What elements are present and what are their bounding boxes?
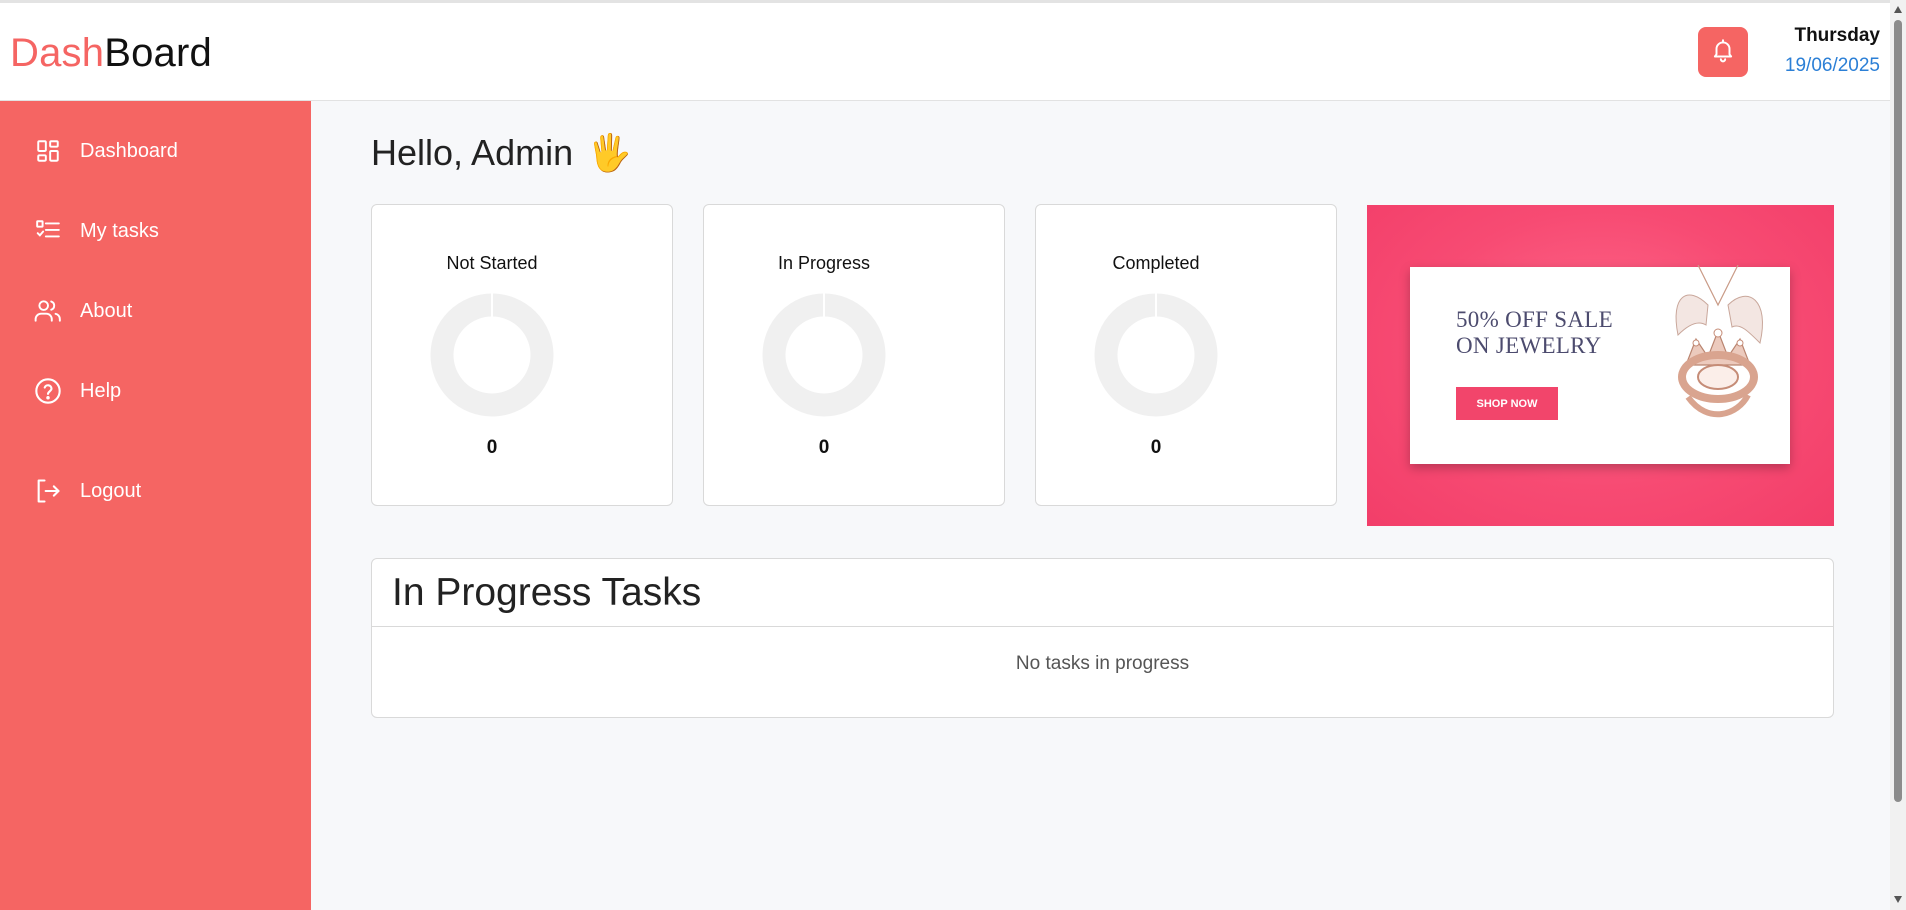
scroll-down-arrow-icon[interactable]	[1894, 896, 1902, 903]
sidebar-item-dashboard[interactable]: Dashboard	[34, 131, 294, 171]
app-logo: DashBoard	[10, 31, 212, 76]
sidebar-item-my-tasks[interactable]: My tasks	[34, 211, 294, 251]
sidebar-item-label: Logout	[80, 479, 142, 502]
stat-value: 0	[1150, 437, 1162, 458]
weekday-label: Thursday	[1794, 25, 1880, 46]
greeting-heading: Hello, Admin 🖐	[371, 132, 632, 174]
vertical-scrollbar[interactable]	[1890, 0, 1906, 910]
sidebar-item-label: About	[80, 299, 133, 322]
sidebar-item-about[interactable]: About	[34, 291, 294, 331]
banner-card: 50% OFF SALE ON JEWELRY SHOP NOW	[1410, 265, 1790, 464]
logout-icon	[34, 477, 62, 505]
date-display: Thursday 19/06/2025	[1785, 25, 1880, 77]
notifications-button[interactable]	[1698, 27, 1748, 77]
stat-card-not-started: Not Started 0	[371, 204, 673, 506]
donut-chart	[430, 293, 554, 417]
donut-chart	[1094, 293, 1218, 417]
sidebar-item-label: Help	[80, 379, 122, 402]
banner-headline-line2: ON JEWELRY	[1456, 333, 1602, 358]
stat-value: 0	[818, 437, 830, 458]
greeting-text: Hello, Admin	[371, 132, 574, 173]
donut-chart	[762, 293, 886, 417]
grid-icon	[34, 137, 62, 165]
crown-pendant-icon	[1675, 265, 1763, 418]
sidebar-item-logout[interactable]: Logout	[34, 471, 294, 511]
in-progress-tasks-panel: In Progress Tasks No tasks in progress	[371, 558, 1834, 718]
users-icon	[34, 297, 62, 325]
shop-now-button[interactable]: SHOP NOW	[1456, 387, 1558, 420]
task-list-icon	[34, 217, 62, 245]
stat-card-completed: Completed 0	[1035, 204, 1337, 506]
stat-title: Not Started	[446, 253, 538, 273]
banner-headline-line1: 50% OFF SALE	[1456, 307, 1613, 332]
stat-value: 0	[486, 437, 498, 458]
bell-icon	[1710, 37, 1736, 68]
sidebar-item-help[interactable]: Help	[34, 371, 294, 411]
jewelry-sale-banner[interactable]: 50% OFF SALE ON JEWELRY SHOP NOW	[1367, 205, 1834, 526]
sidebar-item-label: Dashboard	[80, 139, 178, 162]
logo-dash: Dash	[10, 31, 105, 75]
sidebar: Dashboard My tasks About Help Logout	[0, 101, 311, 910]
stat-title: In Progress	[777, 253, 871, 273]
date-label: 19/06/2025	[1784, 55, 1880, 76]
sidebar-item-label: My tasks	[80, 219, 159, 242]
stat-card-in-progress: In Progress 0	[703, 204, 1005, 506]
scroll-up-arrow-icon[interactable]	[1894, 6, 1902, 13]
panel-title: In Progress Tasks	[372, 559, 1833, 627]
logo-board: Board	[104, 31, 212, 75]
waving-hand-icon: 🖐	[587, 132, 632, 173]
scrollbar-thumb[interactable]	[1894, 20, 1902, 802]
stat-title: Completed	[1112, 253, 1200, 273]
top-header: DashBoard Thursday 19/06/2025	[0, 3, 1890, 101]
help-circle-icon	[34, 377, 62, 405]
empty-state-text: No tasks in progress	[1015, 653, 1190, 674]
